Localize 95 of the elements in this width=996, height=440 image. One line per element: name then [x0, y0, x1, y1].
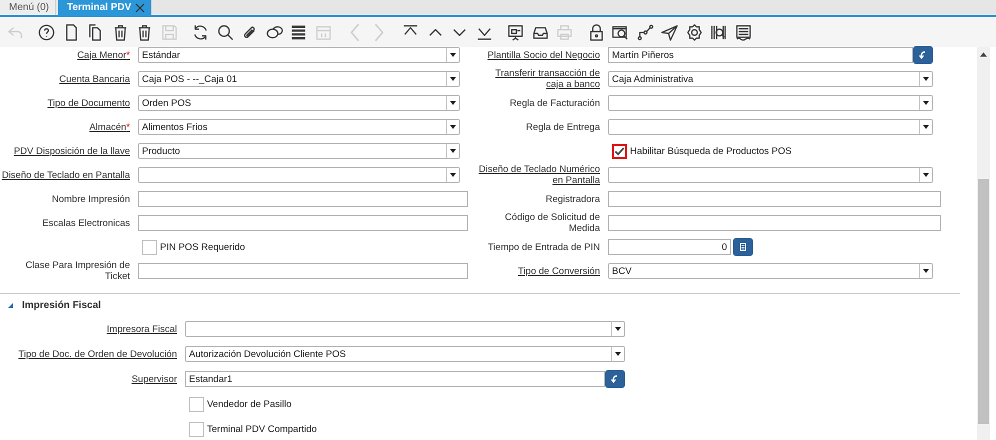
search-field[interactable]: Estandar1 [185, 371, 605, 387]
close-icon[interactable] [135, 2, 146, 12]
caret-icon [923, 125, 929, 129]
arrow-icon [918, 50, 928, 60]
help-icon [37, 22, 56, 42]
tab[interactable]: Menú (0) [0, 0, 56, 15]
dropdown-button[interactable] [446, 120, 459, 134]
checkbox[interactable] [189, 396, 204, 412]
section-title: Impresión Fiscal [22, 300, 101, 311]
field-label[interactable]: Tipo de Conversión [518, 266, 600, 276]
checkbox[interactable] [189, 422, 204, 436]
calculator-button[interactable] [733, 238, 753, 256]
dropdown-button[interactable] [919, 96, 932, 110]
combo-box[interactable]: Orden POS [138, 95, 460, 111]
field-label[interactable]: Caja Menor* [77, 50, 130, 60]
workflow-icon [636, 22, 655, 42]
field-label[interactable]: Almacén* [89, 122, 130, 132]
text-field[interactable] [608, 215, 941, 231]
combo-box[interactable]: BCV [608, 263, 933, 279]
field-label: Regla de Facturación [510, 98, 600, 108]
checkbox-label[interactable]: Vendedor de Pasillo [207, 398, 292, 410]
caret-icon [923, 77, 929, 81]
presentation-icon [506, 22, 526, 42]
field-label[interactable]: Transferir transacción de caja a banco [476, 68, 600, 90]
printer-icon [555, 22, 574, 42]
document-icon [734, 22, 753, 42]
dropdown-button[interactable] [919, 72, 932, 86]
caret-icon [615, 327, 621, 331]
text-field[interactable] [138, 191, 468, 207]
lookup-button[interactable] [605, 370, 625, 388]
field-label[interactable]: Diseño de Teclado Numérico en Pantalla [476, 164, 600, 186]
caret-icon [450, 77, 456, 81]
dropdown-button[interactable] [919, 264, 932, 278]
field-label[interactable]: Cuenta Bancaria [59, 74, 130, 84]
caret-icon [450, 101, 456, 105]
combo-box[interactable]: Caja POS - --_Caja 01 [138, 71, 460, 87]
dropdown-button[interactable] [446, 72, 459, 86]
checkbox[interactable] [142, 240, 157, 254]
caret-icon [450, 173, 456, 177]
field-label: Regla de Entrega [526, 122, 600, 132]
caret-icon [923, 269, 929, 273]
field-label[interactable]: Supervisor [132, 374, 177, 384]
number-field[interactable]: 0 [608, 239, 731, 255]
combo-box[interactable]: Autorización Devolución Cliente POS [185, 346, 625, 362]
calculator-icon [738, 242, 748, 252]
field-label[interactable]: Plantilla Socio del Negocio [488, 50, 600, 60]
field-label: Código de Solicitud de Medida [504, 212, 600, 234]
dropdown-button[interactable] [919, 168, 932, 182]
dropdown-button[interactable] [611, 322, 624, 336]
dropdown-button[interactable] [446, 168, 459, 182]
checkbox[interactable] [612, 144, 627, 158]
dropdown-button[interactable] [611, 347, 624, 361]
dropdown-button[interactable] [446, 48, 459, 62]
caret-icon [923, 101, 929, 105]
field-label[interactable]: Diseño de Teclado en Pantalla [2, 170, 130, 180]
text-field[interactable] [138, 215, 468, 231]
caret-icon [450, 125, 456, 129]
field-label[interactable]: Tipo de Doc. de Orden de Devolución [18, 348, 177, 360]
scrollbar[interactable] [977, 47, 990, 440]
field-label: Registradora [546, 194, 600, 204]
checkbox-label[interactable]: Habilitar Búsqueda de Productos POS [630, 146, 792, 156]
dropdown-button[interactable] [919, 120, 932, 134]
caret-icon [615, 352, 621, 356]
arrow-icon [610, 374, 620, 384]
chevron-right-icon [374, 22, 384, 42]
caret-icon [450, 53, 456, 57]
combo-box[interactable]: Producto [138, 143, 460, 159]
text-field[interactable] [608, 191, 941, 207]
lookup-button[interactable] [913, 46, 933, 64]
text-field[interactable] [138, 263, 468, 279]
caret-icon [450, 149, 456, 153]
caret-icon [923, 173, 929, 177]
search-icon [216, 22, 235, 42]
field-label: Tiempo de Entrada de PIN [488, 242, 600, 252]
combo-box[interactable]: Alimentos Frios [138, 119, 460, 135]
checkbox-label[interactable]: PIN POS Requerido [160, 242, 246, 252]
paper-plane-icon [660, 22, 680, 42]
dropdown-button[interactable] [446, 144, 459, 158]
combo-box[interactable]: Caja Administrativa [608, 71, 933, 87]
field-label[interactable]: PDV Disposición de la llave [14, 146, 130, 156]
field-label: Escalas Electronicas [42, 218, 130, 228]
field-label: Clase Para Impresión de Ticket [24, 260, 130, 282]
expand-triangle-icon[interactable] [8, 303, 13, 308]
search-field[interactable]: Martín Piñeros [608, 47, 913, 63]
scrollbar-thumb[interactable] [978, 179, 989, 424]
field-label[interactable]: Tipo de Documento [47, 98, 130, 108]
scroll-up-icon[interactable] [980, 52, 987, 57]
field-label[interactable]: Impresora Fiscal [106, 324, 177, 334]
field-label: Nombre Impresión [52, 194, 130, 204]
settings-icon [684, 22, 704, 42]
save-icon [160, 22, 179, 42]
checkbox-label[interactable]: Terminal PDV Compartido [207, 424, 317, 434]
combo-box[interactable]: Estándar [138, 47, 460, 63]
dropdown-button[interactable] [446, 96, 459, 110]
chevron-left-icon [350, 22, 360, 42]
